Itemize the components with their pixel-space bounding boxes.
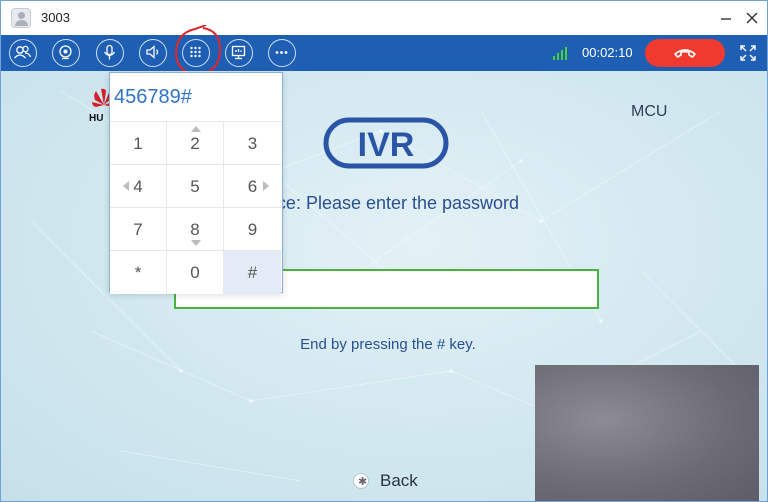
signal-strength-icon bbox=[553, 46, 569, 60]
microphone-icon bbox=[103, 44, 116, 60]
microphone-button[interactable] bbox=[96, 39, 124, 67]
participants-icon bbox=[14, 45, 32, 59]
nav-right-arrow-icon bbox=[263, 181, 269, 191]
hang-up-button[interactable] bbox=[645, 39, 725, 67]
dial-key-star[interactable]: * bbox=[110, 251, 167, 294]
camera-button[interactable] bbox=[52, 39, 80, 67]
call-timer: 00:02:10 bbox=[582, 45, 633, 60]
mcu-label: MCU bbox=[631, 103, 668, 120]
participants-button[interactable] bbox=[9, 39, 37, 67]
end-hint-text: End by pressing the # key. bbox=[300, 336, 476, 353]
dial-key-0[interactable]: 0 bbox=[167, 251, 224, 294]
share-screen-icon bbox=[231, 45, 246, 60]
svg-text:HU: HU bbox=[89, 113, 103, 123]
dial-key-4[interactable]: 4 bbox=[110, 165, 167, 208]
more-button[interactable] bbox=[268, 39, 296, 67]
svg-text:IVR: IVR bbox=[358, 126, 415, 164]
more-icon bbox=[275, 51, 288, 54]
share-screen-button[interactable] bbox=[225, 39, 253, 67]
camera-icon bbox=[59, 45, 72, 60]
minimize-button[interactable] bbox=[715, 7, 737, 29]
back-label[interactable]: Back bbox=[380, 471, 418, 491]
annotation-circle bbox=[174, 25, 222, 76]
fullscreen-icon[interactable] bbox=[739, 44, 757, 62]
title-bar: 3003 bbox=[1, 1, 767, 35]
nav-left-arrow-icon bbox=[123, 181, 129, 191]
dial-key-6[interactable]: 6 bbox=[224, 165, 281, 208]
call-window: 3003 00:02:10 HU MCU IVR ence: Please en… bbox=[0, 0, 768, 502]
ivr-logo: IVR bbox=[323, 117, 449, 169]
dial-key-5[interactable]: 5 bbox=[167, 165, 224, 208]
dial-key-9[interactable]: 9 bbox=[224, 208, 281, 251]
close-icon bbox=[746, 12, 758, 24]
dial-key-3[interactable]: 3 bbox=[224, 122, 281, 165]
dial-key-7[interactable]: 7 bbox=[110, 208, 167, 251]
window-title: 3003 bbox=[41, 10, 70, 25]
speaker-button[interactable] bbox=[139, 39, 167, 67]
dialpad-popup: 456789# 1 2 3 4 5 6 7 8 9 * 0 # bbox=[109, 72, 283, 294]
dial-key-hash[interactable]: # bbox=[224, 251, 281, 294]
self-view-video[interactable] bbox=[535, 365, 759, 501]
nav-up-arrow-icon bbox=[191, 126, 201, 132]
close-button[interactable] bbox=[741, 7, 763, 29]
minimize-icon bbox=[721, 18, 731, 20]
call-toolbar: 00:02:10 bbox=[1, 35, 767, 71]
dialpad-display: 456789# bbox=[110, 73, 282, 122]
hang-up-icon bbox=[674, 49, 696, 58]
dial-key-1[interactable]: 1 bbox=[110, 122, 167, 165]
contact-avatar-icon bbox=[11, 8, 31, 28]
back-star-icon[interactable]: ✱ bbox=[353, 473, 369, 489]
dialpad-entered-digits: 456789# bbox=[114, 86, 192, 108]
nav-down-arrow-icon bbox=[191, 240, 201, 246]
speaker-icon bbox=[146, 45, 159, 59]
